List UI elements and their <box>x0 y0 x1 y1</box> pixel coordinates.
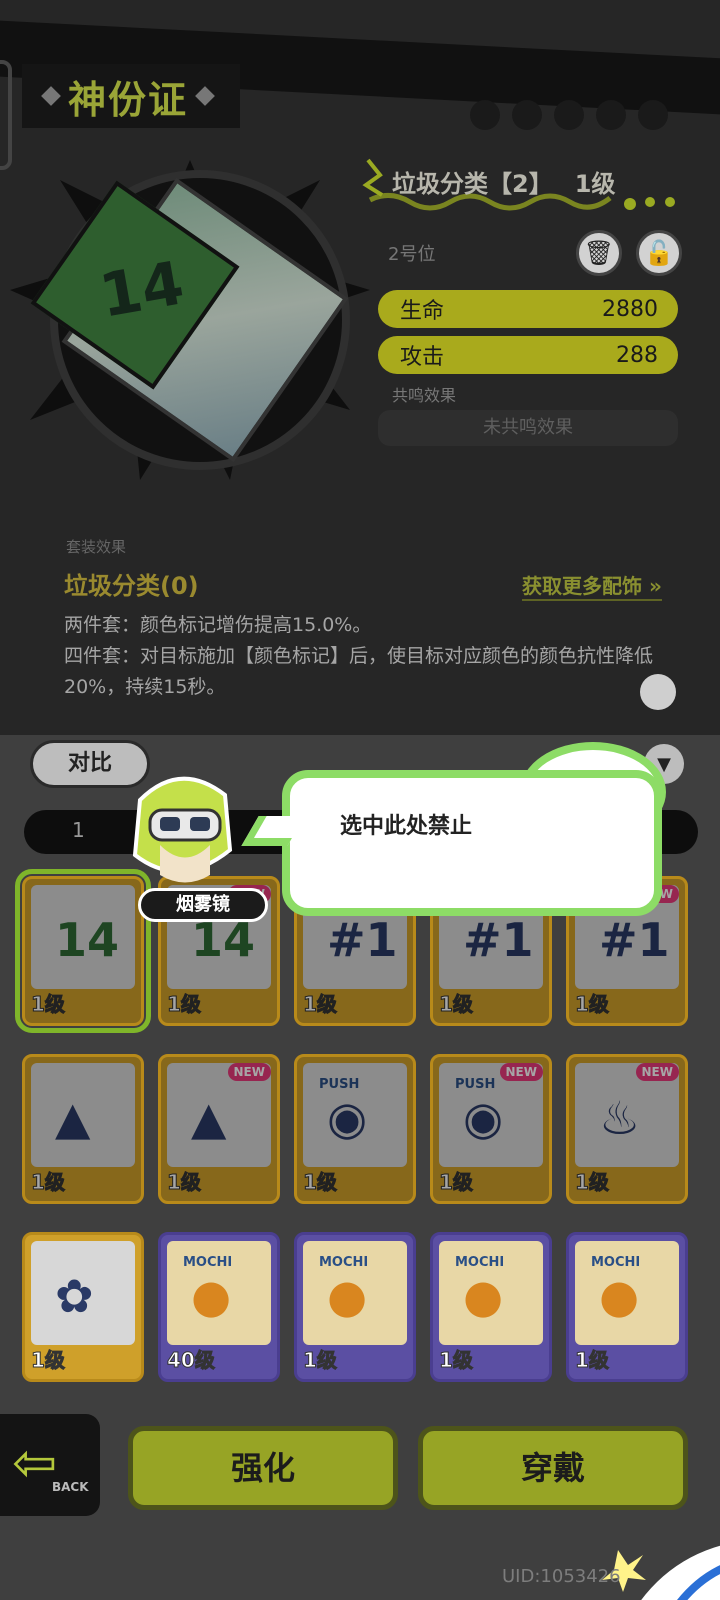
item-level: 1级 <box>575 1348 610 1373</box>
diamond-icon <box>195 86 215 106</box>
get-more-accessories-link[interactable]: 获取更多配饰 » <box>522 570 662 601</box>
stat-label: 生命 <box>400 299 445 324</box>
item-detail-panel: 神份证 14 垃圾分类【2】 1级 2号位 🗑 🔓 生命 2880 攻击 288 … <box>0 0 720 740</box>
item-name: 垃圾分类【2】 1级 <box>392 164 615 199</box>
inventory-item[interactable]: MOCHI ● 1级 <box>294 1232 416 1382</box>
stat-row-hp: 生命 2880 <box>378 290 678 328</box>
item-dim-overlay <box>25 1057 141 1201</box>
item-thumbnail-label: MOCHI <box>319 1255 369 1270</box>
inventory-item[interactable]: ♨ NEW 1级 <box>566 1054 688 1204</box>
item-dim-overlay <box>161 1057 277 1201</box>
item-thumbnail-label: MOCHI <box>591 1255 641 1270</box>
unlock-icon: 🔓 <box>644 239 674 267</box>
inventory-item[interactable]: MOCHI ● 1级 <box>566 1232 688 1382</box>
item-level: 1级 <box>439 1348 474 1373</box>
item-slot: 2号位 <box>388 244 436 265</box>
item-thumbnail-label: MOCHI <box>183 1255 233 1270</box>
stat-value: 288 <box>616 342 658 368</box>
item-thumbnail-label: MOCHI <box>455 1255 505 1270</box>
item-thumbnail-mark: ● <box>599 1269 640 1323</box>
stat-label: 攻击 <box>400 345 445 370</box>
item-name-text: 垃圾分类【2】 <box>392 170 553 198</box>
inventory-grid: 141级14NEW1级#1NEW1级#11级#1NEW1级▲1级▲NEW1级PU… <box>15 869 702 1382</box>
mascot-name: 烟雾镜 <box>138 888 268 922</box>
delete-button[interactable]: 🗑 <box>576 230 622 276</box>
uid-label: UID:1053426 <box>502 1566 621 1587</box>
stat-value: 2880 <box>602 296 658 322</box>
item-dim-overlay <box>297 1057 413 1201</box>
set-name: 垃圾分类(0) <box>64 572 199 600</box>
inventory-item[interactable]: ▲ NEW 1级 <box>158 1054 280 1204</box>
resonance-value: 未共鸣效果 <box>378 410 678 446</box>
resonance-label: 共鸣效果 <box>392 386 457 405</box>
lock-button[interactable]: 🔓 <box>636 230 682 276</box>
item-dim-overlay <box>433 1057 549 1201</box>
stat-row-atk: 攻击 288 <box>378 336 678 374</box>
item-art-glyph: 14 <box>94 248 189 332</box>
inventory-item[interactable]: MOCHI ● 40级 <box>158 1232 280 1382</box>
back-label: BACK <box>52 1480 89 1494</box>
page-title-bar: 神份证 <box>22 64 241 128</box>
inventory-item[interactable]: PUSH ◉ NEW 1级 <box>430 1054 552 1204</box>
tooltip-text: 选中此处禁止 <box>340 814 473 839</box>
back-arrow-icon: ⇦ <box>12 1431 58 1494</box>
equip-button[interactable]: 穿戴 <box>418 1426 688 1510</box>
mascot-avatar <box>132 776 233 883</box>
four-piece-effect: 四件套：对目标施加【颜色标记】后，使目标对应颜色的颜色抗性降低20%，持续15秒… <box>64 645 654 698</box>
set-effect-caption: 套装效果 <box>66 538 127 556</box>
item-level: 1级 <box>303 1348 338 1373</box>
item-thumbnail-mark: ● <box>327 1269 368 1323</box>
diamond-icon <box>41 86 61 106</box>
two-piece-effect: 两件套：颜色标记增伤提高15.0%。 <box>64 614 372 636</box>
item-level: 1级 <box>31 1348 66 1373</box>
page-title: 神份证 <box>68 77 189 122</box>
trash-icon: 🗑 <box>583 239 615 267</box>
enhance-button[interactable]: 强化 <box>128 1426 398 1510</box>
tooltip-bubble <box>282 770 662 916</box>
item-level: 40级 <box>167 1348 216 1373</box>
item-thumbnail-mark: ● <box>463 1269 504 1323</box>
item-dim-overlay <box>569 1057 685 1201</box>
floating-assist-button[interactable] <box>640 674 676 710</box>
inventory-item[interactable]: MOCHI ● 1级 <box>430 1232 552 1382</box>
item-dim-overlay <box>25 879 141 1023</box>
inventory-item[interactable]: ▲ 1级 <box>22 1054 144 1204</box>
set-effect-description: 两件套：颜色标记增伤提高15.0%。 四件套：对目标施加【颜色标记】后，使目标对… <box>64 610 684 703</box>
inventory-item[interactable]: PUSH ◉ 1级 <box>294 1054 416 1204</box>
level-filter-value: 1 <box>72 818 85 842</box>
item-thumbnail-mark: ✿ <box>55 1269 94 1323</box>
item-level: 1级 <box>574 170 616 198</box>
inventory-item[interactable]: ✿ 1级 <box>22 1232 144 1382</box>
item-thumbnail-mark: ● <box>191 1269 232 1323</box>
corner-deco <box>602 1545 720 1600</box>
